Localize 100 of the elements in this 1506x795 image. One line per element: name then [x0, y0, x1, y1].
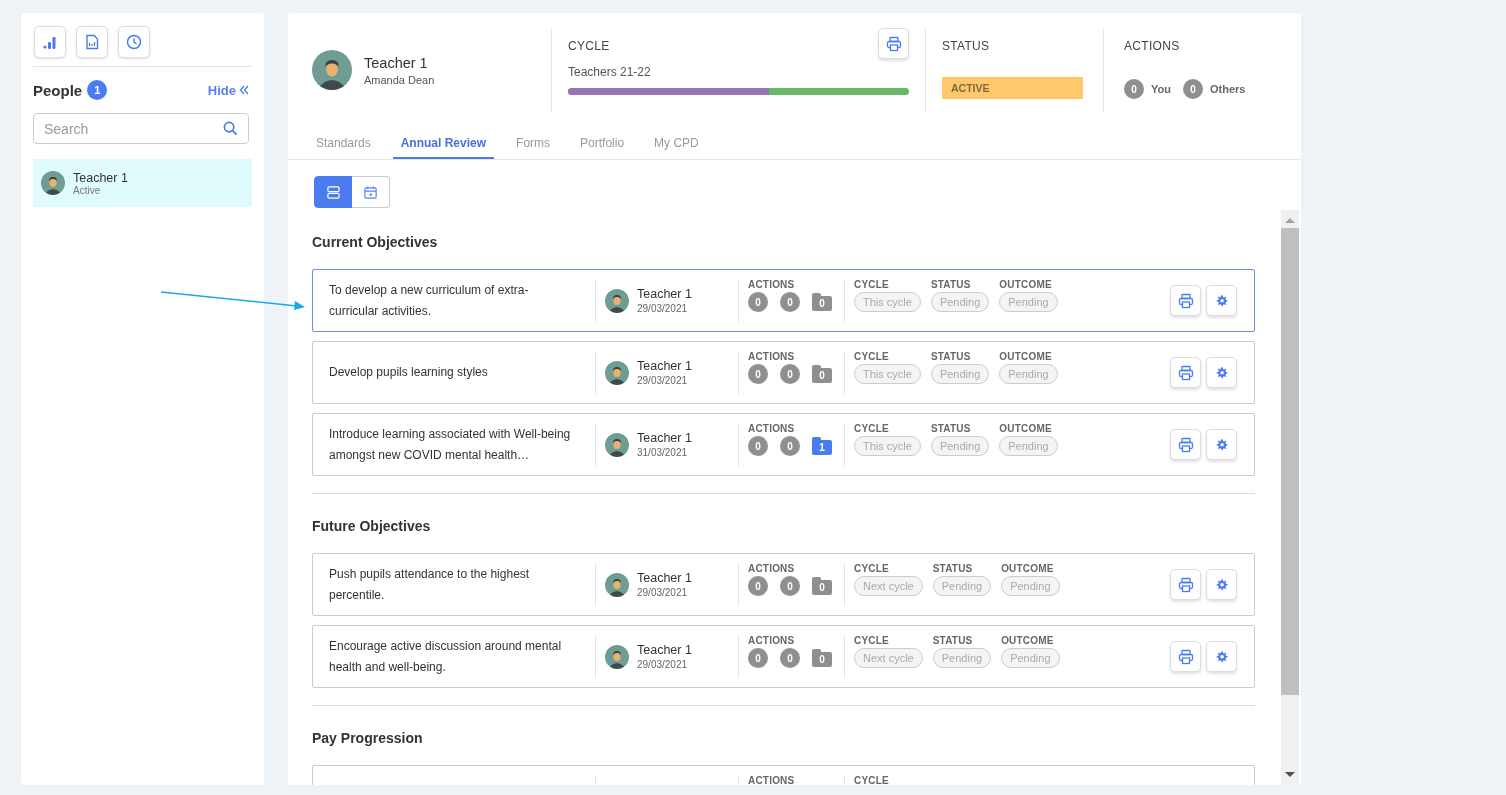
- scrollbar[interactable]: [1281, 210, 1299, 785]
- status-pill: Pending: [932, 576, 992, 596]
- print-button[interactable]: [878, 28, 909, 59]
- settings-button[interactable]: [1206, 641, 1237, 672]
- field-label: CYCLE: [854, 423, 890, 434]
- count-badge: 0: [780, 648, 800, 668]
- settings-icon: [1214, 437, 1229, 452]
- folder-count[interactable]: 0: [812, 296, 832, 311]
- status-pill: Next cycle: [854, 648, 923, 668]
- count-badge: 0: [748, 364, 768, 384]
- count-badge: 0: [1182, 79, 1203, 99]
- folder-count[interactable]: 0: [812, 368, 832, 383]
- objective-text: Push pupils attendance to the highest percentile.: [329, 565, 531, 604]
- field-label: STATUS: [932, 635, 974, 646]
- print-button[interactable]: [1170, 429, 1201, 460]
- count-label: You: [1151, 83, 1171, 95]
- objective-text: Develop pupils learning styles: [329, 364, 488, 381]
- list-view-icon: [325, 184, 341, 200]
- objective-card[interactable]: Encourage active discussion around mental health and well-being. Teacher 1 29/03/2021 ACTIONS 0 0 0 CYCLE Next cycle STATUS Pending OUTCOME Pending: [312, 625, 1255, 688]
- field-label: ACTIONS: [748, 279, 796, 290]
- print-button[interactable]: [1170, 569, 1201, 600]
- view-toggle-button[interactable]: [314, 176, 352, 208]
- status-badge: ACTIVE: [942, 77, 1083, 99]
- teacher-name: Teacher 1: [637, 287, 692, 301]
- status-pill: Pending: [1001, 648, 1060, 668]
- print-icon: [1177, 576, 1194, 593]
- count-badge: 1: [87, 80, 108, 100]
- status-pill: Pending: [930, 292, 990, 312]
- section-heading: Pay Progression: [312, 730, 424, 746]
- status-pill: Pending: [930, 436, 990, 456]
- tab[interactable]: Portfolio: [572, 130, 633, 159]
- status-pill: Pending: [930, 364, 990, 384]
- avatar: [605, 572, 629, 597]
- teacher-subtitle: Amanda Dean: [364, 73, 435, 86]
- settings-button[interactable]: [1206, 569, 1237, 600]
- field-label: CYCLE: [854, 279, 890, 290]
- view-toggle-button[interactable]: [352, 176, 390, 208]
- objective-card[interactable]: Introduce learning associated with Well-being amongst new COVID mental health… Teacher 1 31/03/2021 ACTIONS 0 0 1 CYCLE This cycle STATUS Pending OUTCOME Pending: [312, 413, 1255, 476]
- date-text: 29/03/2021: [637, 659, 689, 670]
- status-pill: Pending: [999, 436, 1058, 456]
- tab[interactable]: Forms: [508, 130, 559, 159]
- settings-button[interactable]: [1206, 429, 1237, 460]
- tab[interactable]: My CPD: [646, 130, 707, 159]
- print-button[interactable]: [1170, 357, 1201, 388]
- date-text: 31/03/2021: [637, 447, 689, 458]
- hide-link[interactable]: Hide: [207, 82, 249, 98]
- date-text: 29/03/2021: [637, 587, 689, 598]
- count-badge: 0: [748, 648, 768, 668]
- tab[interactable]: Standards: [308, 130, 379, 159]
- status-pill: This cycle: [854, 364, 921, 384]
- print-button[interactable]: [1170, 641, 1201, 672]
- settings-button[interactable]: [1206, 285, 1237, 316]
- objective-card[interactable]: Push pupils attendance to the highest percentile. Teacher 1 29/03/2021 ACTIONS 0 0 0 CYCLE Next cycle STATUS Pending OUTCOME Pending: [312, 553, 1255, 616]
- settings-icon: [1214, 365, 1229, 380]
- folder-count[interactable]: 1: [812, 440, 832, 455]
- chart-button[interactable]: [34, 26, 66, 58]
- objective-card[interactable]: ACTIONS CYCLE: [312, 765, 1255, 785]
- objective-text: To develop a new curriculum of extra-curricular activities.: [329, 281, 530, 320]
- field-label: ACTIONS: [748, 351, 796, 362]
- document-button[interactable]: [76, 26, 108, 58]
- person-status: Active: [73, 184, 102, 196]
- count-badge: 0: [748, 576, 768, 596]
- section-heading: Future Objectives: [312, 518, 432, 534]
- person-name: Teacher 1: [73, 170, 128, 185]
- cycle-name: Teachers 21-22: [568, 65, 652, 79]
- objective-card[interactable]: To develop a new curriculum of extra-curricular activities. Teacher 1 29/03/2021 ACTIONS 0 0 0 CYCLE This cycle STATUS Pending OUTCOME Pending: [312, 269, 1255, 332]
- status-pill: Next cycle: [854, 576, 923, 596]
- count-badge: 0: [1124, 79, 1144, 99]
- scroll-down-arrow[interactable]: [1285, 772, 1295, 777]
- print-button[interactable]: [1170, 285, 1201, 316]
- field-label: CYCLE: [854, 635, 890, 646]
- folder-count[interactable]: 0: [812, 652, 832, 667]
- field-label: STATUS: [930, 351, 972, 362]
- document-icon: [84, 34, 100, 50]
- scroll-thumb[interactable]: [1281, 228, 1299, 695]
- print-icon: [1177, 292, 1194, 309]
- person-item[interactable]: Teacher 1 Active: [33, 159, 252, 207]
- field-label: OUTCOME: [999, 279, 1053, 290]
- folder-count[interactable]: 0: [812, 580, 832, 595]
- settings-icon: [1214, 649, 1229, 664]
- field-label: ACTIONS: [748, 775, 796, 785]
- section-label: STATUS: [942, 39, 991, 53]
- section-heading: Current Objectives: [312, 234, 439, 250]
- clock-button[interactable]: [118, 26, 150, 58]
- calendar-icon: [363, 184, 378, 200]
- tab[interactable]: Annual Review: [392, 130, 495, 159]
- objective-card[interactable]: Develop pupils learning styles Teacher 1 29/03/2021 ACTIONS 0 0 0 CYCLE This cycle STATUS Pending OUTCOME Pending: [312, 341, 1255, 404]
- settings-button[interactable]: [1206, 357, 1237, 388]
- scroll-up-arrow[interactable]: [1285, 218, 1295, 223]
- field-label: CYCLE: [854, 775, 889, 785]
- search-field[interactable]: Search: [33, 113, 249, 144]
- status-pill: Pending: [1001, 576, 1060, 596]
- objective-text: Introduce learning associated with Well-being amongst new COVID mental health…: [329, 425, 572, 464]
- count-badge: 0: [780, 576, 800, 596]
- teacher-name: Teacher 1: [637, 431, 692, 445]
- count-badge: 0: [748, 292, 768, 312]
- teacher-name: Teacher 1: [637, 643, 692, 657]
- double-chevron-icon: [239, 85, 249, 95]
- section-label: CYCLE: [568, 39, 610, 53]
- field-label: ACTIONS: [748, 563, 796, 574]
